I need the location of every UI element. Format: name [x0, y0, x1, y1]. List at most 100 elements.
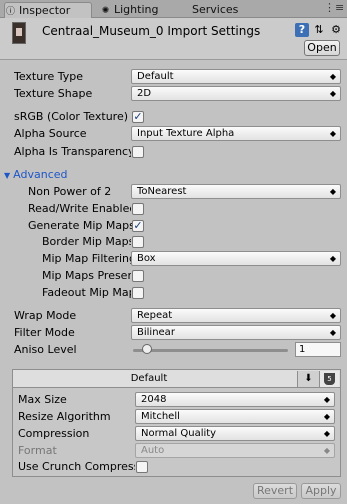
max-size-dropdown[interactable]: 2048 ◆ — [135, 392, 335, 407]
alpha-transparency-checkbox[interactable] — [132, 146, 144, 158]
mip-preserve-checkbox[interactable] — [132, 270, 144, 282]
foldout-arrow-icon: ▼ — [4, 171, 11, 180]
resize-algorithm-value: Mitchell — [141, 411, 180, 422]
advanced-foldout[interactable]: ▼ Advanced — [0, 167, 347, 183]
non-power-of-2-value: ToNearest — [137, 186, 187, 197]
row-alpha-transparency: Alpha Is Transparency — [0, 144, 347, 160]
page-title: Centraal_Museum_0 Import Settings — [42, 24, 261, 38]
row-texture-type: Texture Type Default ◆ — [0, 69, 347, 85]
filter-mode-value: Bilinear — [137, 327, 175, 338]
filter-mode-dropdown[interactable]: Bilinear ◆ — [131, 325, 341, 340]
fadeout-mip-label: Fadeout Mip Maps — [42, 286, 131, 299]
wrap-mode-dropdown[interactable]: Repeat ◆ — [131, 308, 341, 323]
open-button[interactable]: Open — [304, 40, 340, 56]
read-write-label: Read/Write Enabled — [28, 202, 131, 215]
platform-tab-bar: Default ⬇ 5 — [13, 370, 340, 388]
platform-settings-panel: Default ⬇ 5 Max Size 2048 ◆ Resize Algori… — [12, 369, 341, 477]
inspector-header: Centraal_Museum_0 Import Settings ? ⇅ ⚙ … — [0, 18, 347, 60]
row-mip-preserve: Mip Maps Preserve Coverage — [0, 268, 347, 284]
texture-shape-label: Texture Shape — [14, 87, 93, 100]
compression-value: Normal Quality — [141, 428, 217, 439]
row-read-write: Read/Write Enabled — [0, 201, 347, 217]
html5-icon[interactable]: 5 — [319, 371, 339, 387]
row-compression: Compression Normal Quality ◆ — [13, 426, 340, 442]
preset-icon[interactable]: ⇅ — [312, 23, 326, 37]
texture-type-value: Default — [137, 71, 174, 82]
download-icon[interactable]: ⬇ — [297, 371, 319, 387]
mip-filtering-dropdown[interactable]: Box ◆ — [131, 251, 341, 266]
texture-type-label: Texture Type — [14, 70, 84, 83]
read-write-checkbox[interactable] — [132, 203, 144, 215]
compression-dropdown[interactable]: Normal Quality ◆ — [135, 426, 335, 441]
row-fadeout-mip: Fadeout Mip Maps — [0, 285, 347, 301]
resize-algorithm-label: Resize Algorithm — [18, 410, 111, 423]
tab-lighting[interactable]: ✺ Lighting — [100, 2, 170, 18]
tab-inspector-label: Inspector — [19, 4, 71, 17]
revert-button[interactable]: Revert — [253, 483, 297, 499]
row-format: Format Auto ◆ — [13, 443, 340, 459]
apply-button[interactable]: Apply — [301, 483, 341, 499]
row-border-mip-maps: Border Mip Maps — [0, 234, 347, 250]
aniso-slider-thumb[interactable] — [141, 344, 152, 354]
generate-mip-checkbox[interactable]: ✓ — [132, 220, 144, 232]
aniso-slider-track[interactable] — [133, 349, 288, 352]
alpha-source-label: Alpha Source — [14, 127, 87, 140]
dropdown-arrow-icon: ◆ — [323, 446, 330, 455]
srgb-checkbox[interactable]: ✓ — [132, 111, 144, 123]
crunch-checkbox[interactable] — [136, 461, 148, 473]
mip-filtering-label: Mip Map Filtering — [42, 252, 131, 265]
row-filter-mode: Filter Mode Bilinear ◆ — [0, 325, 347, 341]
dropdown-arrow-icon: ◆ — [323, 412, 330, 421]
row-generate-mip-maps: Generate Mip Maps ✓ — [0, 218, 347, 234]
row-crunch: Use Crunch Compression — [13, 459, 340, 475]
texture-type-dropdown[interactable]: Default ◆ — [131, 69, 341, 84]
max-size-label: Max Size — [18, 393, 67, 406]
dropdown-arrow-icon: ◆ — [323, 429, 330, 438]
gear-icon[interactable]: ⚙ — [329, 23, 343, 37]
texture-shape-dropdown[interactable]: 2D ◆ — [131, 86, 341, 101]
mip-filtering-value: Box — [137, 253, 156, 264]
tab-menu-icon[interactable]: ⋮≡ — [324, 1, 344, 14]
row-mip-map-filtering: Mip Map Filtering Box ◆ — [0, 251, 347, 267]
tab-bar: ⓘ Inspector ✺ Lighting Services ⋮≡ — [0, 0, 347, 18]
lightbulb-icon: ✺ — [101, 6, 110, 16]
non-power-of-2-dropdown[interactable]: ToNearest ◆ — [131, 184, 341, 199]
border-mip-checkbox[interactable] — [132, 236, 144, 248]
help-icon[interactable]: ? — [295, 23, 309, 37]
max-size-value: 2048 — [141, 394, 167, 405]
dropdown-arrow-icon: ◆ — [323, 395, 330, 404]
crunch-label: Use Crunch Compression — [18, 460, 135, 473]
dropdown-arrow-icon: ◆ — [329, 311, 336, 320]
dropdown-arrow-icon: ◆ — [329, 89, 336, 98]
tab-inspector[interactable]: ⓘ Inspector — [4, 2, 92, 18]
row-alpha-source: Alpha Source Input Texture Alpha ◆ — [0, 126, 347, 142]
srgb-label: sRGB (Color Texture) — [14, 110, 129, 123]
resize-algorithm-dropdown[interactable]: Mitchell ◆ — [135, 409, 335, 424]
advanced-label: ▼ Advanced — [4, 167, 68, 184]
tab-services-label: Services — [192, 3, 239, 16]
compression-label: Compression — [18, 427, 90, 440]
border-mip-label: Border Mip Maps — [42, 235, 131, 248]
fadeout-mip-checkbox[interactable] — [132, 287, 144, 299]
generate-mip-label: Generate Mip Maps — [28, 219, 135, 232]
dropdown-arrow-icon: ◆ — [329, 187, 336, 196]
alpha-source-dropdown[interactable]: Input Texture Alpha ◆ — [131, 126, 341, 141]
aniso-level-label: Aniso Level — [14, 343, 77, 356]
texture-shape-value: 2D — [137, 88, 152, 99]
row-aniso-level: Aniso Level 1 — [0, 342, 347, 358]
wrap-mode-label: Wrap Mode — [14, 309, 77, 322]
dropdown-arrow-icon: ◆ — [329, 72, 336, 81]
alpha-transparency-label: Alpha Is Transparency — [14, 145, 131, 158]
tab-services[interactable]: Services — [192, 2, 252, 18]
aniso-level-input[interactable]: 1 — [295, 342, 341, 357]
row-max-size: Max Size 2048 ◆ — [13, 392, 340, 408]
mip-preserve-label: Mip Maps Preserve Coverage — [42, 269, 131, 282]
row-resize-algorithm: Resize Algorithm Mitchell ◆ — [13, 409, 340, 425]
tab-default-platform[interactable]: Default — [13, 370, 285, 388]
format-value: Auto — [141, 445, 165, 456]
dropdown-arrow-icon: ◆ — [329, 254, 336, 263]
alpha-source-value: Input Texture Alpha — [137, 128, 235, 139]
non-power-of-2-label: Non Power of 2 — [28, 185, 112, 198]
texture-thumbnail — [12, 22, 26, 44]
dropdown-arrow-icon: ◆ — [329, 328, 336, 337]
